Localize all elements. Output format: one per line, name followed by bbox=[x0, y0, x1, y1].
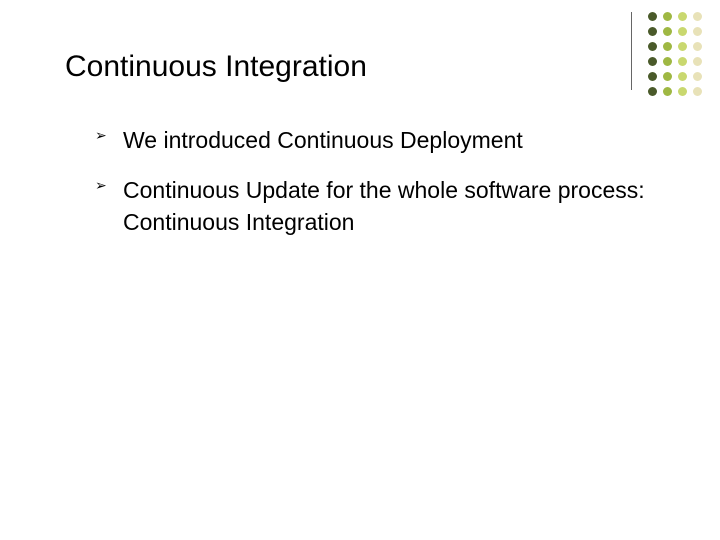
decoration-dot bbox=[678, 57, 687, 66]
decoration-dot bbox=[648, 87, 657, 96]
decoration-dot bbox=[693, 57, 702, 66]
decoration-dot bbox=[648, 72, 657, 81]
decoration-dot bbox=[663, 12, 672, 21]
decoration-dot bbox=[693, 27, 702, 36]
decoration-dot bbox=[663, 57, 672, 66]
decoration-dot bbox=[648, 42, 657, 51]
decoration-dot bbox=[648, 27, 657, 36]
decoration-line bbox=[631, 12, 632, 90]
decoration-dot bbox=[663, 42, 672, 51]
decoration-dots-col bbox=[693, 12, 702, 96]
corner-decoration bbox=[631, 12, 702, 96]
decoration-dot bbox=[678, 12, 687, 21]
decoration-dots-col bbox=[648, 12, 657, 96]
decoration-dot bbox=[693, 12, 702, 21]
decoration-dot bbox=[693, 87, 702, 96]
decoration-dot bbox=[648, 12, 657, 21]
decoration-dot bbox=[678, 27, 687, 36]
slide-title: Continuous Integration bbox=[65, 50, 660, 84]
decoration-dots-col bbox=[678, 12, 687, 96]
decoration-dot bbox=[693, 42, 702, 51]
decoration-dots-col bbox=[663, 12, 672, 96]
decoration-dot bbox=[663, 27, 672, 36]
decoration-dot bbox=[678, 87, 687, 96]
decoration-dot bbox=[663, 72, 672, 81]
bullet-list: We introduced Continuous Deployment Cont… bbox=[65, 124, 660, 239]
decoration-dot bbox=[663, 87, 672, 96]
decoration-dot bbox=[693, 72, 702, 81]
bullet-item: Continuous Update for the whole software… bbox=[95, 174, 660, 238]
bullet-item: We introduced Continuous Deployment bbox=[95, 124, 660, 156]
decoration-dot bbox=[678, 42, 687, 51]
decoration-dot bbox=[678, 72, 687, 81]
slide-content: Continuous Integration We introduced Con… bbox=[0, 0, 720, 297]
decoration-dot bbox=[648, 57, 657, 66]
